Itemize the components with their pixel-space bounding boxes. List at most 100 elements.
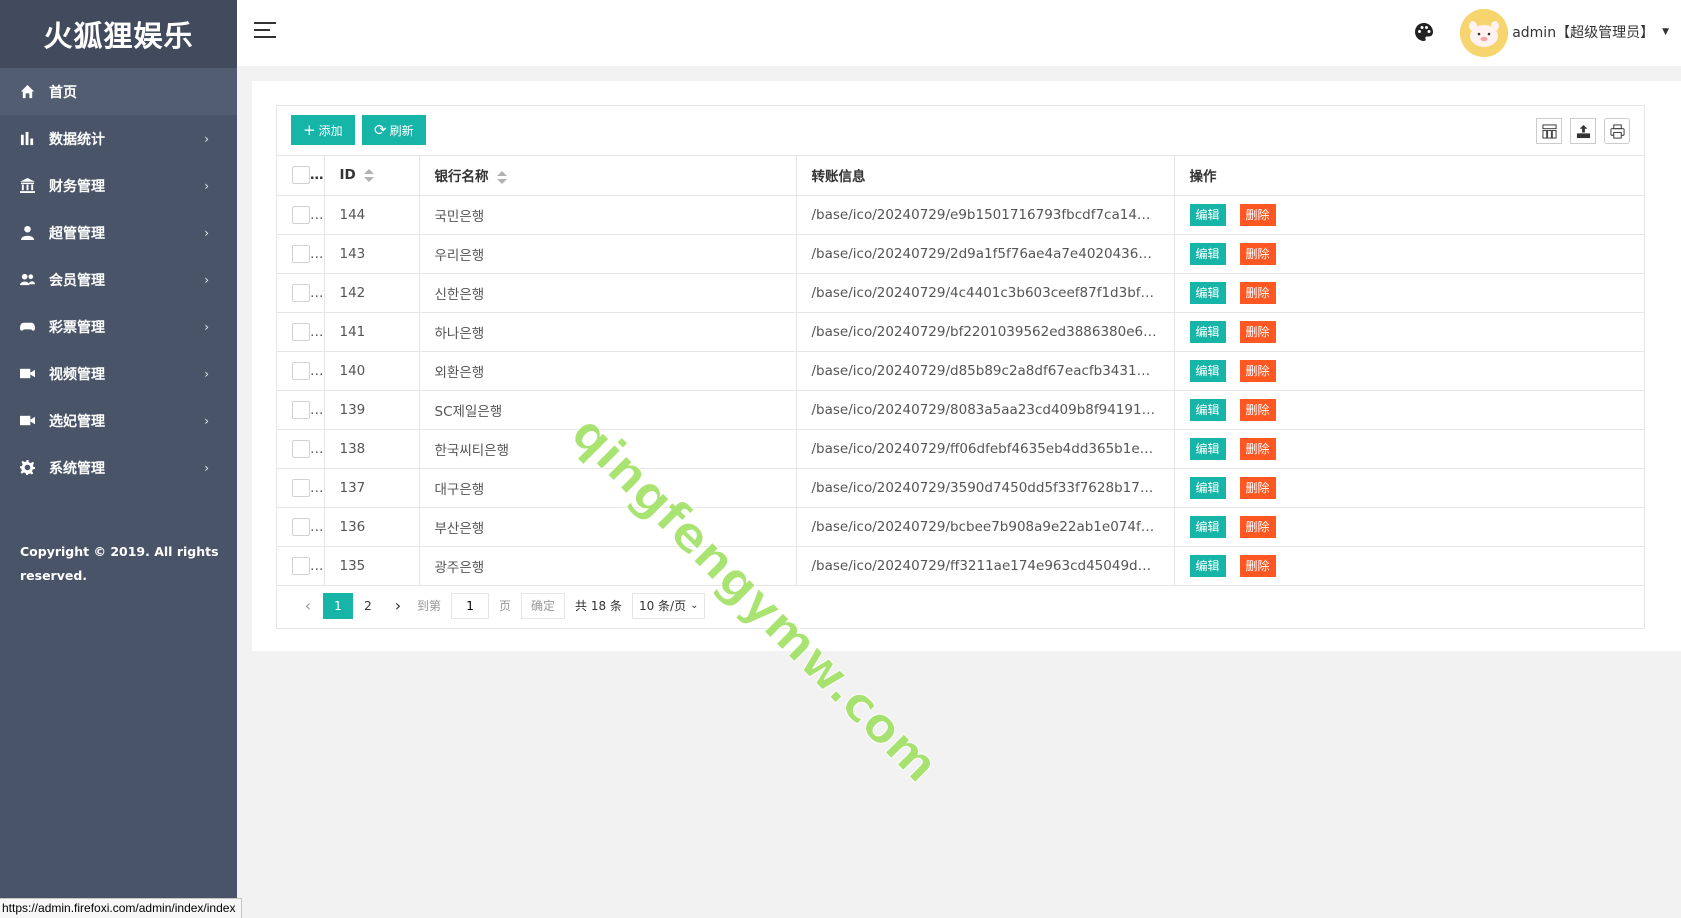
plus-icon: +	[303, 121, 316, 139]
delete-button[interactable]: 删除	[1239, 554, 1276, 577]
delete-button[interactable]: 删除	[1239, 515, 1276, 538]
delete-button[interactable]: 删除	[1239, 398, 1276, 421]
row-checkbox[interactable]	[292, 205, 310, 224]
sidebar-item-members[interactable]: 会员管理 ›	[0, 256, 237, 303]
sidebar-item-home[interactable]: 首页	[0, 68, 237, 115]
edit-button[interactable]: 编辑	[1189, 242, 1226, 265]
page-button-2[interactable]: 2	[353, 593, 383, 619]
sidebar-item-concubine[interactable]: 选妃管理 ›	[0, 397, 237, 444]
total-count: 共 18 条	[575, 599, 622, 613]
cell-id: 140	[324, 351, 420, 391]
sidebar-nav: 首页 数据统计 › 财务管理 › 超管管理 › 会员管理 › 彩票管理 › 视频…	[0, 68, 237, 491]
cell-transfer-info: /base/ico/20240729/8083a5aa23cd409b8f941…	[796, 390, 1175, 430]
row-checkbox[interactable]	[292, 400, 310, 419]
row-checkbox[interactable]	[292, 556, 310, 575]
refresh-button[interactable]: ⟳ 刷新	[362, 115, 426, 145]
delete-button[interactable]: 删除	[1239, 320, 1276, 343]
row-checkbox[interactable]	[292, 361, 310, 380]
column-header-bank-name[interactable]: 银行名称	[419, 156, 797, 196]
sidebar-item-label: 超管管理	[49, 225, 105, 242]
row-checkbox[interactable]	[292, 244, 310, 263]
sidebar-item-finance[interactable]: 财务管理 ›	[0, 162, 237, 209]
menu-toggle-icon[interactable]	[254, 22, 276, 42]
goto-page-input[interactable]	[451, 592, 490, 619]
app-logo[interactable]: 火狐狸娱乐	[0, 0, 237, 68]
prev-page-icon[interactable]: ‹	[293, 593, 323, 619]
page-size-select[interactable]: 10 条/页 ⌄	[631, 592, 706, 619]
row-checkbox[interactable]	[292, 439, 310, 458]
page-unit-label: 页	[499, 599, 512, 613]
row-checkbox[interactable]	[292, 478, 310, 497]
bar-chart-icon	[18, 131, 36, 147]
delete-button[interactable]: 删除	[1239, 203, 1276, 226]
edit-button[interactable]: 编辑	[1189, 515, 1226, 538]
edit-button[interactable]: 编辑	[1189, 203, 1226, 226]
row-checkbox[interactable]	[292, 517, 310, 536]
refresh-icon: ⟳	[374, 121, 387, 139]
copyright-text: Copyright © 2019. All rights reserved.	[20, 544, 219, 583]
row-checkbox[interactable]	[292, 283, 310, 302]
select-all-checkbox[interactable]	[292, 166, 310, 185]
next-page-icon[interactable]: ›	[383, 593, 413, 619]
edit-button[interactable]: 编辑	[1189, 398, 1226, 421]
edit-button[interactable]: 编辑	[1189, 554, 1226, 577]
chevron-right-icon: ›	[204, 131, 209, 146]
edit-button[interactable]: 编辑	[1189, 320, 1226, 343]
table-row: 135 광주은행 /base/ico/20240729/ff3211ae174e…	[277, 546, 1644, 586]
column-header-actions: 操作	[1174, 156, 1644, 196]
edit-button[interactable]: 编辑	[1189, 359, 1226, 382]
table-row: 139 SC제일은행 /base/ico/20240729/8083a5aa23…	[277, 390, 1644, 430]
data-table: + 添加 ⟳ 刷新 ID 银行名称 转账信息 操作 144 국민은행 /base…	[276, 105, 1645, 629]
delete-button[interactable]: 删除	[1239, 476, 1276, 499]
sidebar-item-videos[interactable]: 视频管理 ›	[0, 350, 237, 397]
sidebar-item-stats[interactable]: 数据统计 ›	[0, 115, 237, 162]
user-icon	[18, 225, 36, 241]
column-header-id[interactable]: ID	[324, 156, 420, 196]
cell-bank-name: 신한은행	[419, 273, 797, 313]
table-body: 144 국민은행 /base/ico/20240729/e9b150171679…	[277, 195, 1644, 586]
top-header: admin【超级管理员】 ▼	[237, 0, 1681, 66]
export-icon[interactable]	[1570, 118, 1596, 144]
table-header-row: ID 银行名称 转账信息 操作	[277, 156, 1644, 196]
page-button-1[interactable]: 1	[323, 592, 353, 619]
chevron-right-icon: ›	[204, 178, 209, 193]
delete-button[interactable]: 删除	[1239, 437, 1276, 460]
bank-table: ID 银行名称 转账信息 操作 144 국민은행 /base/ico/20240…	[277, 156, 1644, 586]
cell-transfer-info: /base/ico/20240729/bcbee7b908a9e22ab1e07…	[796, 507, 1175, 547]
bank-icon	[18, 178, 36, 194]
add-button[interactable]: + 添加	[291, 115, 355, 145]
table-row: 138 한국씨티은행 /base/ico/20240729/ff06dfebf4…	[277, 429, 1644, 469]
sidebar-item-label: 财务管理	[49, 178, 105, 195]
sidebar-item-system[interactable]: 系统管理 ›	[0, 444, 237, 491]
cell-transfer-info: /base/ico/20240729/ff3211ae174e963cd4504…	[796, 546, 1175, 586]
gamepad-icon	[18, 319, 36, 335]
video-icon	[18, 366, 36, 382]
chevron-right-icon: ›	[204, 272, 209, 287]
cell-id: 137	[324, 468, 420, 508]
sort-icon[interactable]	[496, 170, 507, 184]
edit-button[interactable]: 编辑	[1189, 476, 1226, 499]
delete-button[interactable]: 删除	[1239, 281, 1276, 304]
table-row: 142 신한은행 /base/ico/20240729/4c4401c3b603…	[277, 273, 1644, 313]
cell-bank-name: 광주은행	[419, 546, 797, 586]
sort-icon[interactable]	[363, 168, 374, 182]
status-bar-url: https://admin.firefoxi.com/admin/index/i…	[0, 898, 243, 918]
delete-button[interactable]: 删除	[1239, 242, 1276, 265]
cell-id: 142	[324, 273, 420, 313]
sidebar-item-admins[interactable]: 超管管理 ›	[0, 209, 237, 256]
print-icon[interactable]	[1604, 118, 1630, 144]
caret-down-icon: ▼	[1662, 27, 1669, 37]
edit-button[interactable]: 编辑	[1189, 437, 1226, 460]
columns-filter-icon[interactable]	[1536, 118, 1562, 144]
cell-bank-name: 우리은행	[419, 234, 797, 274]
edit-button[interactable]: 编辑	[1189, 281, 1226, 304]
delete-button[interactable]: 删除	[1239, 359, 1276, 382]
column-header-transfer-info: 转账信息	[796, 156, 1175, 196]
avatar[interactable]	[1460, 9, 1508, 57]
chevron-right-icon: ›	[204, 225, 209, 240]
user-menu[interactable]: admin【超级管理员】 ▼	[1512, 22, 1669, 42]
row-checkbox[interactable]	[292, 322, 310, 341]
sidebar-item-lottery[interactable]: 彩票管理 ›	[0, 303, 237, 350]
palette-icon[interactable]	[1414, 22, 1434, 42]
goto-confirm-button[interactable]: 确定	[521, 592, 566, 619]
